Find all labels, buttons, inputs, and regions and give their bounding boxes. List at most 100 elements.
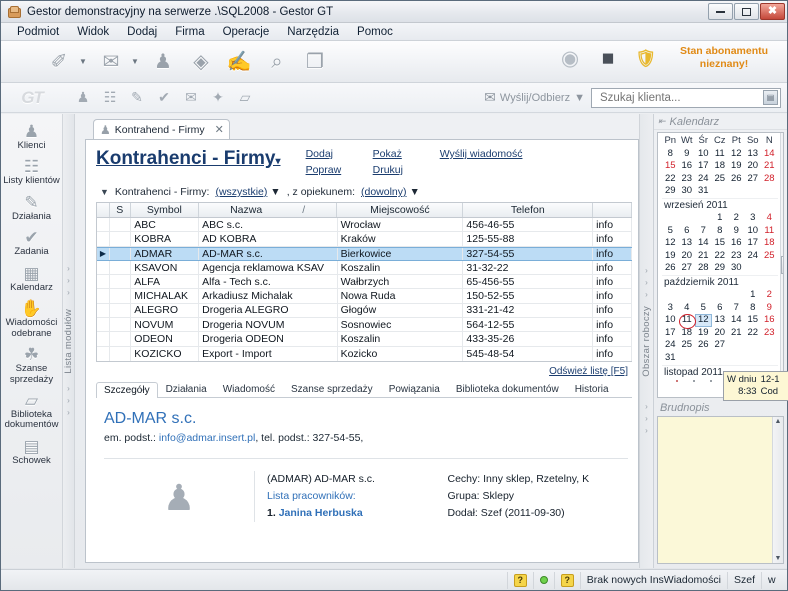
help-shield-icon[interactable]: 🛡 [631, 43, 661, 73]
open-folder-button[interactable]: ✉ [93, 45, 129, 79]
page-title[interactable]: Kontrahenci - Firmy▾ [96, 148, 281, 170]
calendar-day[interactable]: 11 [712, 148, 729, 161]
sidebar-item-listy-klientow[interactable]: ☷ Listy klientów [2, 155, 62, 190]
calendar-day[interactable]: 24 [745, 250, 762, 263]
calendar-day[interactable]: 19 [695, 327, 712, 340]
menu-item-dodaj[interactable]: Dodaj [119, 25, 165, 39]
calendar-day[interactable]: 14 [761, 148, 778, 161]
calendar-day[interactable]: 25 [679, 339, 696, 352]
calendar-day[interactable]: 31 [662, 352, 679, 365]
cube-icon[interactable]: ■ [593, 43, 623, 73]
chevron-down-icon[interactable]: ▾ [275, 156, 280, 167]
calendar-day[interactable]: 13 [712, 314, 729, 327]
client-icon[interactable]: ♟ [71, 87, 95, 109]
filter-expander-icon[interactable]: ▼ [100, 187, 109, 197]
sidebar-item-schowek[interactable]: ▤ Schowek [2, 435, 62, 470]
calendar-day[interactable]: 26 [662, 262, 679, 275]
calendar-day[interactable]: 16 [728, 237, 745, 250]
chevron-down-icon[interactable]: ▼ [574, 92, 585, 104]
calendar-day[interactable]: 15 [712, 237, 729, 250]
calendar-day[interactable]: 19 [662, 250, 679, 263]
calendar-day[interactable]: 30 [728, 262, 745, 275]
calendar-day[interactable]: 21 [761, 160, 778, 173]
sidebar-item-dzialania[interactable]: ✎ Działania [2, 191, 62, 226]
calendar-day[interactable]: 23 [679, 173, 696, 186]
grid-col-telefon[interactable]: Telefon [463, 203, 594, 217]
close-icon[interactable]: ✕ [215, 123, 224, 136]
filter-value-2[interactable]: (dowolny) ▼ [361, 186, 420, 198]
calendar-widget[interactable]: Pn Wt Śr Cz Pt So N 8 9 10 11 12 13 14 1… [657, 132, 784, 398]
calendar-day[interactable]: 17 [745, 237, 762, 250]
table-row[interactable]: ALFA Alfa - Tech s.c. Wałbrzych 65-456-5… [97, 275, 633, 290]
calendar-scrollbar[interactable]: ▲ ≡ ▼ [779, 133, 783, 397]
scroll-down-icon[interactable]: ▼ [775, 555, 782, 562]
grid-col-nazwa[interactable]: Nazwa / [199, 203, 338, 217]
chance-icon[interactable]: ✦ [206, 87, 230, 109]
calendar-day[interactable]: 13 [745, 148, 762, 161]
calendar-day[interactable]: 29 [662, 185, 679, 198]
scroll-up-icon[interactable]: ▲ [775, 418, 782, 425]
calendar-day[interactable]: 3 [662, 302, 679, 315]
client-list-icon[interactable]: ☷ [98, 87, 122, 109]
open-folder-dropdown[interactable]: ▼ [131, 57, 139, 66]
calendar-day[interactable]: 25 [712, 173, 729, 186]
tab-powiazania[interactable]: Powiązania [381, 381, 448, 397]
calendar-day[interactable]: 7 [695, 225, 712, 238]
table-row[interactable]: KSAVON Agencja reklamowa KSAV Koszalin 3… [97, 260, 633, 276]
calendar-day[interactable]: 1 [745, 289, 762, 302]
calendar-day[interactable]: 12 [728, 148, 745, 161]
calendar-day-selected[interactable]: 12 [695, 314, 712, 327]
calendar-day[interactable]: 9 [728, 225, 745, 238]
calendar-day[interactable]: 2 [761, 289, 778, 302]
email-link[interactable]: info@admar.insert.pl [159, 432, 255, 444]
calendar-day[interactable]: 23 [761, 327, 778, 340]
tag-button[interactable]: ◈ [183, 45, 219, 79]
calendar-day[interactable]: 15 [745, 314, 762, 327]
task-icon[interactable]: ✔ [152, 87, 176, 109]
scroll-up-icon[interactable]: ▲ [782, 134, 783, 141]
search-submit-button[interactable]: ▤ [763, 90, 778, 105]
calendar-day[interactable]: 2 [728, 212, 745, 225]
employee-list-link[interactable]: Lista pracowników: [267, 490, 356, 502]
tab-wiadomosc[interactable]: Wiadomość [215, 381, 283, 397]
calendar-day[interactable]: 10 [745, 225, 762, 238]
calendar-day[interactable]: 21 [695, 250, 712, 263]
calendar-day[interactable]: 18 [761, 237, 778, 250]
calendar-day[interactable]: 26 [695, 339, 712, 352]
menu-item-operacje[interactable]: Operacje [215, 25, 278, 39]
tab-szczegoly[interactable]: Szczegóły [96, 381, 158, 398]
calendar-day[interactable]: 19 [728, 160, 745, 173]
calendar-day[interactable]: 15 [662, 160, 679, 173]
calendar-day[interactable]: 27 [712, 339, 729, 352]
employee-name-link[interactable]: Janina Herbuska [279, 507, 363, 519]
calendar-day[interactable]: 31 [695, 185, 712, 198]
menu-item-narzedzia[interactable]: Narzędzia [279, 25, 347, 39]
calendar-day[interactable]: 22 [662, 173, 679, 186]
calendar-day[interactable]: 8 [745, 302, 762, 315]
dodaj-link[interactable]: Dodaj [306, 148, 370, 160]
print-button[interactable]: ❐ [297, 45, 333, 79]
calendar-day[interactable]: 22 [712, 250, 729, 263]
send-receive-button[interactable]: ✉ Wyślij/Odbierz ▼ [484, 89, 585, 106]
calendar-day[interactable]: 8 [662, 148, 679, 161]
tab-historia[interactable]: Historia [567, 381, 617, 397]
calendar-day[interactable]: 28 [761, 173, 778, 186]
pokaz-link[interactable]: Pokaż [373, 148, 437, 160]
calendar-day[interactable]: 18 [712, 160, 729, 173]
tab-dzialania[interactable]: Działania [158, 381, 215, 397]
status-help-2[interactable]: ? [553, 571, 580, 589]
calendar-day[interactable]: 17 [695, 160, 712, 173]
scrollbar-thumb[interactable]: ≡ [780, 256, 783, 274]
menu-item-pomoc[interactable]: Pomoc [349, 25, 401, 39]
new-arrow-dropdown[interactable]: ▼ [79, 57, 87, 66]
table-row[interactable]: ABC ABC s.c. Wrocław 456-46-55 info [97, 218, 633, 233]
chevron-down-icon[interactable]: ▼ [270, 186, 280, 198]
calendar-day[interactable]: 6 [679, 225, 696, 238]
grid-col-s[interactable]: S [110, 203, 131, 217]
popraw-link[interactable]: Popraw [306, 164, 370, 176]
globe-icon[interactable]: ◉ [555, 43, 585, 73]
calendar-day[interactable]: 29 [712, 262, 729, 275]
tab-kontrahenci-firmy[interactable]: ♟ Kontrahend - Firmy ✕ [93, 119, 230, 139]
calendar-day[interactable]: 27 [745, 173, 762, 186]
calendar-day[interactable]: 20 [712, 327, 729, 340]
